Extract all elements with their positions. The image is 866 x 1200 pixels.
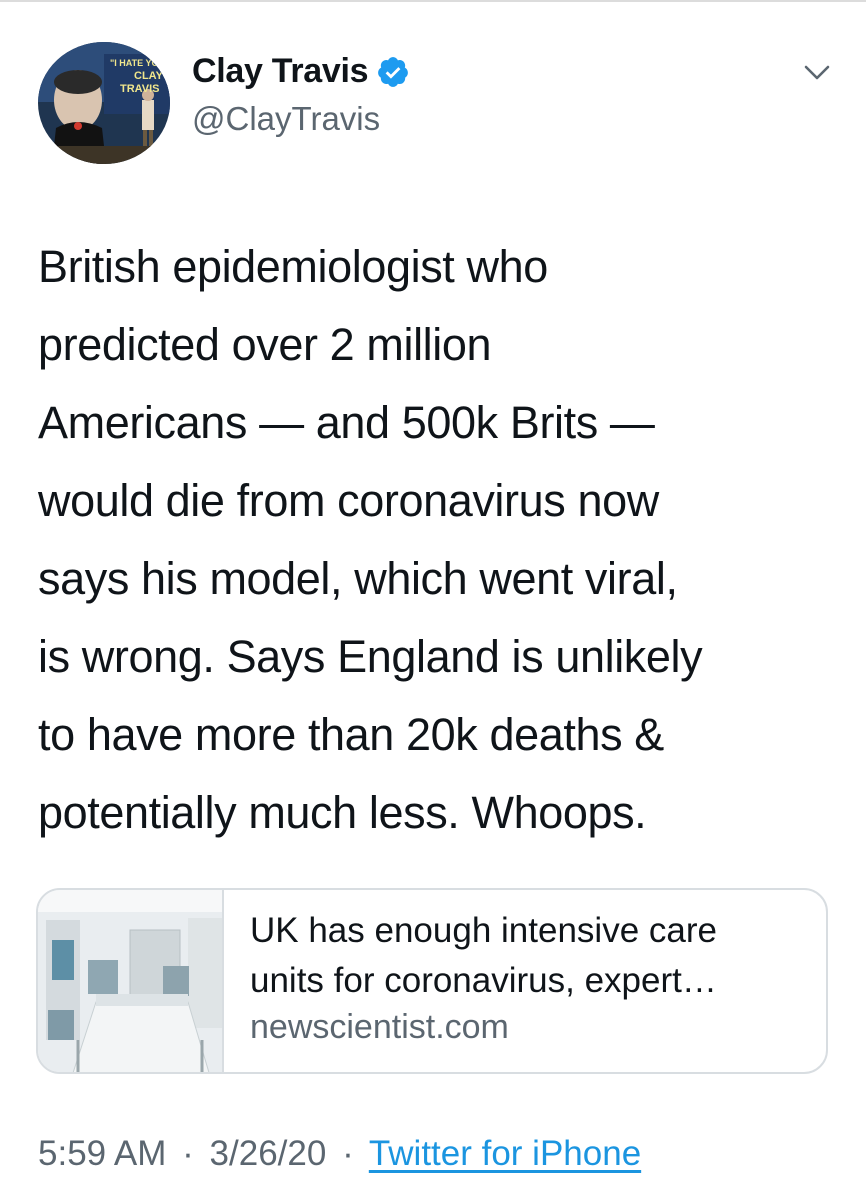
link-card-title-line1: UK has enough intensive care	[250, 911, 717, 950]
author-name-row[interactable]: Clay Travis	[192, 52, 410, 91]
verified-badge-icon	[378, 56, 409, 87]
top-divider	[0, 0, 866, 2]
link-card[interactable]: UK has enough intensive care units for c…	[36, 888, 828, 1074]
avatar[interactable]: "I HATE YOU CLAY TRAVIS	[38, 42, 170, 164]
tweet-date[interactable]: 3/26/20	[210, 1134, 327, 1173]
author-handle[interactable]: @ClayTravis	[192, 100, 380, 138]
avatar-sign-line2: CLAY	[134, 70, 164, 82]
tweet-meta: 5:59 AM · 3/26/20 · Twitter for iPhone	[38, 1134, 641, 1174]
link-card-title-line2: units for coronavirus, expert…	[250, 961, 717, 1000]
avatar-sign-line3: TRAVIS	[120, 83, 160, 95]
link-card-domain: newscientist.com	[250, 1008, 509, 1046]
link-card-title: UK has enough intensive care units for c…	[250, 906, 810, 1006]
link-card-divider	[222, 890, 224, 1072]
meta-separator: ·	[182, 1134, 194, 1173]
link-card-image	[38, 890, 222, 1072]
avatar-image: "I HATE YOU CLAY TRAVIS	[38, 42, 170, 164]
chevron-down-icon[interactable]	[800, 60, 834, 86]
tweet-time[interactable]: 5:59 AM	[38, 1134, 166, 1173]
meta-separator: ·	[342, 1134, 354, 1173]
author-display-name[interactable]: Clay Travis	[192, 52, 369, 91]
tweet-source-link[interactable]: Twitter for iPhone	[369, 1134, 641, 1173]
avatar-sign-line1: "I HATE YOU	[110, 58, 165, 68]
tweet-text: British epidemiologist who predicted ove…	[38, 241, 703, 838]
